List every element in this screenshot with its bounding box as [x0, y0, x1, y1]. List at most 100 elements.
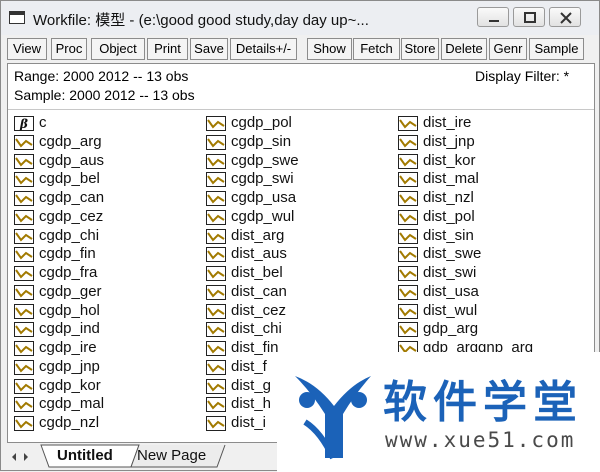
- series-icon: [398, 284, 418, 300]
- minimize-icon: [489, 20, 499, 22]
- item-label: dist_aus: [231, 245, 287, 263]
- item-label: gdp_arg: [423, 320, 479, 338]
- series-icon: [14, 172, 34, 188]
- item-label: cgdp_swe: [231, 151, 299, 169]
- item-label: cgdp_bel: [39, 170, 100, 188]
- series-icon: [206, 416, 226, 431]
- toolbar-button-delete[interactable]: Delete: [441, 38, 487, 60]
- display-filter[interactable]: Display Filter: *: [475, 68, 569, 84]
- item-label: dist_i: [231, 414, 267, 431]
- series-icon: [14, 284, 34, 300]
- toolbar-button-proc[interactable]: Proc: [51, 38, 87, 60]
- series-icon: [14, 153, 34, 169]
- series-icon: [14, 303, 34, 319]
- series-icon: [398, 153, 418, 169]
- series-icon: [206, 284, 226, 300]
- item-label: cgdp_nzl: [39, 414, 100, 431]
- series-icon: [398, 322, 418, 338]
- item-label: dist_h: [231, 395, 272, 413]
- item-label: cgdp_wul: [231, 207, 295, 225]
- item-label: cgdp_hol: [39, 301, 100, 319]
- series-icon: [14, 322, 34, 338]
- tab-untitled[interactable]: Untitled: [57, 445, 113, 467]
- item-label: dist_wul: [423, 301, 478, 319]
- item-label: dist_fin: [231, 339, 279, 356]
- series-icon: [14, 134, 34, 150]
- svg-text:β: β: [19, 117, 28, 131]
- series-icon: [206, 228, 226, 244]
- item-label: dist_sin: [423, 226, 474, 244]
- series-icon: [206, 322, 226, 338]
- toolbar-button-genr[interactable]: Genr: [489, 38, 527, 60]
- tab-scroll-arrows-icon[interactable]: [11, 451, 33, 463]
- toolbar-button-fetch[interactable]: Fetch: [353, 38, 400, 60]
- title-bar[interactable]: Workfile: 模型 - (e:\good good study,day d…: [1, 1, 599, 35]
- minimize-button[interactable]: [477, 7, 509, 27]
- window-title: Workfile: 模型 - (e:\good good study,day d…: [33, 12, 369, 29]
- series-icon: [398, 247, 418, 263]
- restore-icon: [524, 12, 536, 23]
- item-label: cgdp_swi: [231, 170, 294, 188]
- item-label: cgdp_jnp: [39, 357, 100, 375]
- series-icon: [206, 116, 226, 131]
- item-label: dist_ire: [423, 114, 472, 131]
- item-label: cgdp_kor: [39, 376, 101, 394]
- series-icon: [206, 153, 226, 169]
- item-label: cgdp_ger: [39, 282, 102, 300]
- restore-button[interactable]: [513, 7, 545, 27]
- item-label: cgdp_chi: [39, 226, 100, 244]
- series-icon: [206, 266, 226, 281]
- series-icon: [14, 397, 34, 413]
- coefficient-icon: β: [14, 116, 34, 131]
- workfile-icon: [9, 11, 25, 24]
- series-icon: [14, 266, 34, 281]
- watermark-name: 软件学堂: [383, 377, 583, 428]
- item-label: cgdp_ire: [39, 339, 97, 356]
- toolbar-button-show[interactable]: Show: [307, 38, 352, 60]
- toolbar-button-store[interactable]: Store: [401, 38, 439, 60]
- item-label: cgdp_cez: [39, 207, 104, 225]
- close-button[interactable]: [549, 7, 581, 27]
- series-icon: [14, 378, 34, 394]
- item-label: dist_kor: [423, 151, 476, 169]
- series-icon: [398, 134, 418, 150]
- series-icon: [14, 359, 34, 375]
- item-label: cgdp_sin: [231, 132, 292, 150]
- series-icon: [206, 172, 226, 188]
- range-info: Range: 2000 2012 -- 13 obs: [14, 68, 189, 84]
- series-icon: [14, 209, 34, 225]
- item-label: dist_swe: [423, 245, 482, 263]
- series-icon: [398, 209, 418, 225]
- item-label: c: [39, 114, 47, 131]
- item-label: cgdp_aus: [39, 151, 105, 169]
- item-label: dist_jnp: [423, 132, 475, 150]
- toolbar-button-object[interactable]: Object: [91, 38, 145, 60]
- item-label: dist_bel: [231, 264, 283, 281]
- item-label: dist_g: [231, 376, 272, 394]
- tab-new-page[interactable]: New Page: [137, 445, 206, 467]
- toolbar-button-sample[interactable]: Sample: [529, 38, 584, 60]
- toolbar-button-save[interactable]: Save: [190, 38, 228, 60]
- series-icon: [206, 341, 226, 356]
- item-label: cgdp_mal: [39, 395, 105, 413]
- item-label: cgdp_usa: [231, 189, 297, 206]
- toolbar-button-view[interactable]: View: [7, 38, 47, 60]
- series-icon: [14, 416, 34, 431]
- toolbar-button-print[interactable]: Print: [147, 38, 188, 60]
- series-icon: [14, 247, 34, 263]
- series-icon: [398, 172, 418, 188]
- item-label: cgdp_fra: [39, 264, 98, 281]
- series-icon: [398, 303, 418, 319]
- series-icon: [14, 228, 34, 244]
- series-icon: [206, 134, 226, 150]
- item-label: cgdp_can: [39, 189, 105, 206]
- series-icon: [206, 397, 226, 413]
- item-label: dist_mal: [423, 170, 479, 188]
- series-icon: [398, 191, 418, 206]
- item-label: cgdp_ind: [39, 320, 100, 338]
- item-label: dist_pol: [423, 207, 475, 225]
- toolbar-button-details[interactable]: Details+/-: [230, 38, 297, 60]
- watermark: 软件学堂 www.xue51.com: [277, 352, 600, 472]
- series-icon: [14, 341, 34, 356]
- item-label: dist_cez: [231, 301, 287, 319]
